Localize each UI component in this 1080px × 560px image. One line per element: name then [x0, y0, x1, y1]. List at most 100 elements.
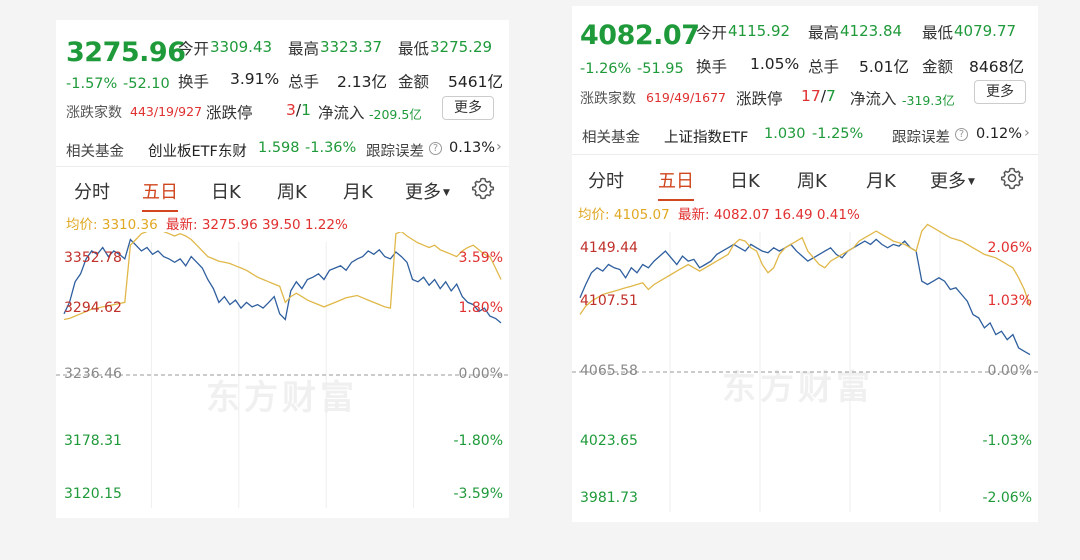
low-value: 4079.77 — [954, 22, 1017, 40]
tab-daily-k[interactable]: 日K — [730, 167, 760, 193]
y-axis-percent-label: 2.06% — [987, 240, 1032, 256]
turnover-value: 3.91% — [230, 70, 280, 88]
turnover-label: 换手 — [178, 73, 210, 91]
volume-label: 总手 — [808, 58, 840, 76]
y-axis-percent-label: -1.03% — [982, 433, 1032, 449]
left-quote-panel: 3275.96 -1.57% -52.10 今开 3309.43 最高 3323… — [56, 20, 509, 518]
y-axis-price-label: 3120.15 — [64, 486, 122, 502]
fund-name[interactable]: 上证指数ETF — [664, 126, 748, 147]
tab-monthly-k[interactable]: 月K — [866, 167, 896, 193]
tab-more[interactable]: 更多 ▼ — [405, 178, 450, 204]
change-amount: -51.95 — [637, 61, 684, 77]
quote-header: 4082.07 -1.26% -51.95 今开 4115.92 最高 4123… — [572, 6, 1038, 128]
price-line — [579, 238, 1031, 356]
tracking-error-value: 0.13% — [449, 140, 496, 156]
tracking-error-label: 跟踪误差 — [892, 130, 950, 146]
amount-value: 5461亿 — [448, 73, 503, 91]
related-fund-label: 相关基金 — [582, 130, 640, 146]
tab-five-day[interactable]: 五日 — [658, 167, 694, 201]
limit-value: 17/7 — [801, 87, 836, 105]
y-axis-percent-label: -2.06% — [982, 490, 1032, 506]
current-price: 3275.96 — [66, 37, 186, 68]
fund-name[interactable]: 创业板ETF东财 — [148, 140, 247, 161]
five-day-chart: 东方财富 4149.44 2.06% 4107.51 1.03% 4065.58 0.00… — [572, 222, 1038, 522]
five-day-chart: 东方财富 3352.78 3.59% 3294.62 1.80% 3236.46 0.00… — [56, 232, 509, 518]
low-label: 最低 — [922, 24, 954, 42]
chart-plot — [56, 232, 509, 508]
right-quote-panel: 4082.07 -1.26% -51.95 今开 4115.92 最高 4123… — [572, 6, 1038, 522]
tab-intraday[interactable]: 分时 — [74, 178, 110, 204]
chevron-right-icon[interactable]: › — [1024, 125, 1030, 141]
gear-icon[interactable] — [471, 176, 495, 200]
tab-intraday[interactable]: 分时 — [588, 167, 624, 193]
amount-label: 金额 — [922, 58, 954, 76]
high-label: 最高 — [288, 40, 320, 58]
related-fund-row[interactable]: 相关基金 上证指数ETF 1.030 -1.25% 跟踪误差 ? 0.12% › — [572, 120, 1038, 150]
volume-value: 2.13亿 — [337, 73, 388, 91]
open-value: 3309.43 — [210, 38, 273, 56]
y-axis-percent-label: -1.80% — [453, 432, 503, 449]
inflow-value: -209.5亿 — [369, 107, 422, 122]
change-percent: -1.57% — [66, 76, 118, 92]
turnover-label: 换手 — [696, 58, 728, 76]
tab-five-day[interactable]: 五日 — [142, 178, 178, 212]
limit-label: 涨跌停 — [206, 104, 253, 122]
low-label: 最低 — [398, 40, 430, 58]
y-axis-percent-label: -3.59% — [453, 486, 503, 502]
high-value: 4123.84 — [840, 22, 903, 40]
y-axis-price-label: 4149.44 — [580, 240, 638, 256]
tracking-error-label: 跟踪误差 — [366, 144, 424, 160]
quote-header: 3275.96 -1.57% -52.10 今开 3309.43 最高 3323… — [56, 20, 509, 142]
y-axis-percent-label: 1.03% — [987, 293, 1032, 309]
open-label: 今开 — [178, 40, 210, 58]
avg-latest-line: 均价: 3310.36 最新: 3275.96 39.50 1.22% — [66, 217, 348, 233]
period-tabs: 分时 五日 日K 周K 月K 更多 ▼ — [572, 154, 1038, 201]
tab-daily-k[interactable]: 日K — [211, 178, 241, 204]
fund-change: -1.25% — [812, 126, 864, 142]
gear-icon[interactable] — [1000, 166, 1024, 190]
breadth-value: 619/49/1677 — [646, 90, 726, 105]
turnover-value: 1.05% — [750, 55, 800, 73]
y-axis-price-label: 3981.73 — [580, 490, 638, 506]
more-button[interactable]: 更多 — [442, 96, 494, 120]
y-axis-price-label: 3178.31 — [64, 432, 122, 449]
limit-value: 3/1 — [286, 101, 311, 119]
fund-price: 1.030 — [764, 126, 806, 142]
avg-price-line — [63, 232, 502, 321]
open-label: 今开 — [696, 24, 728, 42]
related-fund-row[interactable]: 相关基金 创业板ETF东财 1.598 -1.36% 跟踪误差 ? 0.13% … — [56, 134, 509, 164]
y-axis-percent-label: 0.00% — [987, 363, 1032, 379]
breadth-label: 涨跌家数 — [66, 105, 122, 121]
y-axis-price-label: 4065.58 — [580, 363, 638, 379]
y-axis-price-label: 3236.46 — [64, 366, 122, 382]
y-axis-percent-label: 3.59% — [458, 250, 503, 266]
avg-latest-line: 均价: 4105.07 最新: 4082.07 16.49 0.41% — [578, 207, 860, 223]
volume-label: 总手 — [288, 73, 320, 91]
tab-weekly-k[interactable]: 周K — [797, 167, 827, 193]
change-percent: -1.26% — [580, 61, 632, 77]
amount-value: 8468亿 — [969, 58, 1024, 76]
change-amount: -52.10 — [123, 76, 170, 92]
inflow-value: -319.3亿 — [902, 93, 955, 108]
y-axis-price-label: 4107.51 — [580, 293, 638, 309]
y-axis-price-label: 3352.78 — [64, 250, 122, 266]
more-button[interactable]: 更多 — [974, 80, 1026, 104]
chevron-right-icon[interactable]: › — [496, 139, 502, 155]
y-axis-percent-label: 0.00% — [458, 366, 503, 382]
high-value: 3323.37 — [320, 38, 383, 56]
tracking-error-value: 0.12% — [976, 126, 1023, 142]
fund-price: 1.598 — [258, 140, 300, 156]
dropdown-triangle-icon: ▼ — [443, 188, 450, 198]
period-tabs: 分时 五日 日K 周K 月K 更多 ▼ — [56, 166, 509, 212]
low-value: 3275.29 — [430, 38, 493, 56]
inflow-label: 净流入 — [850, 90, 897, 108]
volume-value: 5.01亿 — [859, 58, 910, 76]
tab-weekly-k[interactable]: 周K — [277, 178, 307, 204]
tab-more[interactable]: 更多 ▼ — [930, 167, 975, 193]
high-label: 最高 — [808, 24, 840, 42]
inflow-label: 净流入 — [318, 104, 365, 122]
chart-plot — [572, 223, 1038, 512]
fund-change: -1.36% — [305, 140, 357, 156]
tab-monthly-k[interactable]: 月K — [343, 178, 373, 204]
breadth-label: 涨跌家数 — [580, 91, 636, 107]
